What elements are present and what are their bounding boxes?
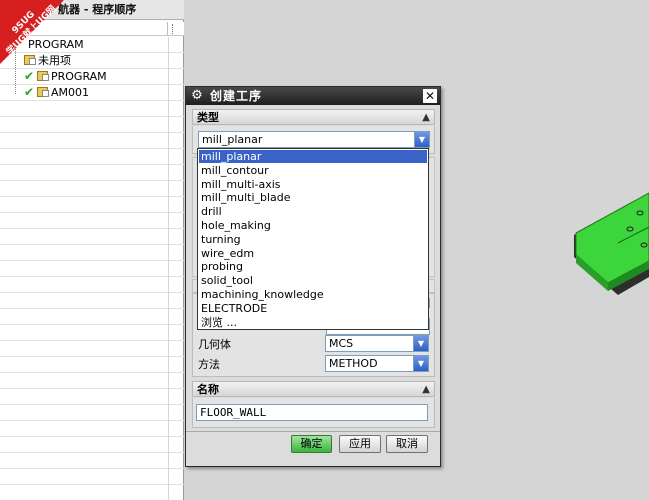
type-dropdown-list[interactable]: mill_planar mill_contour mill_multi-axis mi… — [197, 148, 429, 330]
tree-row-am001[interactable]: ✔ AM001 — [0, 85, 184, 101]
name-section-header[interactable]: 名称 ▲ — [192, 381, 435, 397]
type-section-label: 类型 — [197, 111, 219, 124]
empty-row — [0, 293, 184, 309]
empty-row — [0, 101, 184, 117]
gear-icon[interactable]: ⚙ — [190, 89, 204, 103]
type-option[interactable]: solid_tool — [199, 274, 427, 287]
ok-button[interactable]: 确定 — [291, 435, 332, 453]
empty-row — [0, 229, 184, 245]
type-option[interactable]: machining_knowledge — [199, 288, 427, 301]
type-option[interactable]: mill_multi-axis — [199, 178, 427, 191]
chevron-down-icon[interactable]: ▼ — [414, 132, 429, 147]
empty-row — [0, 341, 184, 357]
empty-row — [0, 213, 184, 229]
empty-row — [0, 309, 184, 325]
column-resize-handle[interactable] — [172, 24, 175, 34]
chevron-up-icon[interactable]: ▲ — [422, 110, 430, 125]
empty-row — [0, 357, 184, 373]
geometry-value: MCS — [329, 337, 354, 350]
method-label: 方法 — [198, 358, 220, 371]
type-section-header[interactable]: 类型 ▲ — [192, 109, 435, 125]
program-group-icon — [37, 87, 49, 97]
workpiece-3d-model[interactable] — [568, 185, 649, 315]
empty-row — [0, 325, 184, 341]
empty-row — [0, 277, 184, 293]
operation-navigator: 航器 - 程序顺序 PROGRAM 未用项 ✔ PROGRAM ✔ AM001 — [0, 0, 184, 500]
tree-item-label: AM001 — [51, 86, 90, 99]
empty-row — [0, 245, 184, 261]
empty-row — [0, 469, 184, 485]
type-option[interactable]: 浏览 ... — [199, 316, 427, 329]
empty-row — [0, 421, 184, 437]
type-option[interactable]: ELECTRODE — [199, 302, 427, 315]
type-select[interactable]: mill_planar ▼ — [198, 131, 430, 148]
site-watermark: 9SUG 学UG就上UG网 — [0, 0, 74, 74]
dialog-divider — [186, 431, 440, 432]
close-icon[interactable]: ✕ — [423, 89, 437, 103]
type-option[interactable]: hole_making — [199, 219, 427, 232]
empty-row — [0, 485, 184, 500]
method-value: METHOD — [329, 357, 378, 370]
type-option[interactable]: mill_planar — [199, 150, 427, 163]
empty-row — [0, 453, 184, 469]
geometry-select[interactable]: MCS ▼ — [325, 335, 429, 352]
geometry-label: 几何体 — [198, 338, 231, 351]
dialog-title: 创建工序 — [210, 89, 263, 103]
type-option[interactable]: mill_multi_blade — [199, 191, 427, 204]
type-select-value: mill_planar — [202, 133, 263, 146]
type-option[interactable]: probing — [199, 260, 427, 273]
operation-name-input[interactable]: FLOOR_WALL — [196, 404, 428, 421]
chevron-up-icon[interactable]: ▲ — [422, 382, 430, 397]
empty-row — [0, 181, 184, 197]
dialog-title-bar[interactable]: ⚙ 创建工序 ✕ — [186, 87, 440, 105]
method-select[interactable]: METHOD ▼ — [325, 355, 429, 372]
empty-row — [0, 261, 184, 277]
cancel-button[interactable]: 取消 — [386, 435, 428, 453]
empty-row — [0, 117, 184, 133]
empty-row — [0, 405, 184, 421]
empty-row — [0, 165, 184, 181]
empty-row — [0, 389, 184, 405]
navigator-tree: PROGRAM 未用项 ✔ PROGRAM ✔ AM001 — [0, 37, 184, 500]
type-option[interactable]: mill_contour — [199, 164, 427, 177]
empty-row — [0, 133, 184, 149]
empty-row — [0, 197, 184, 213]
empty-row — [0, 437, 184, 453]
apply-button[interactable]: 应用 — [339, 435, 381, 453]
empty-row — [0, 149, 184, 165]
name-section-label: 名称 — [197, 383, 219, 396]
chevron-down-icon[interactable]: ▼ — [413, 336, 428, 351]
empty-row — [0, 373, 184, 389]
type-option[interactable]: turning — [199, 233, 427, 246]
type-option[interactable]: wire_edm — [199, 247, 427, 260]
type-option[interactable]: drill — [199, 205, 427, 218]
chevron-down-icon[interactable]: ▼ — [413, 356, 428, 371]
check-icon: ✔ — [24, 85, 35, 99]
